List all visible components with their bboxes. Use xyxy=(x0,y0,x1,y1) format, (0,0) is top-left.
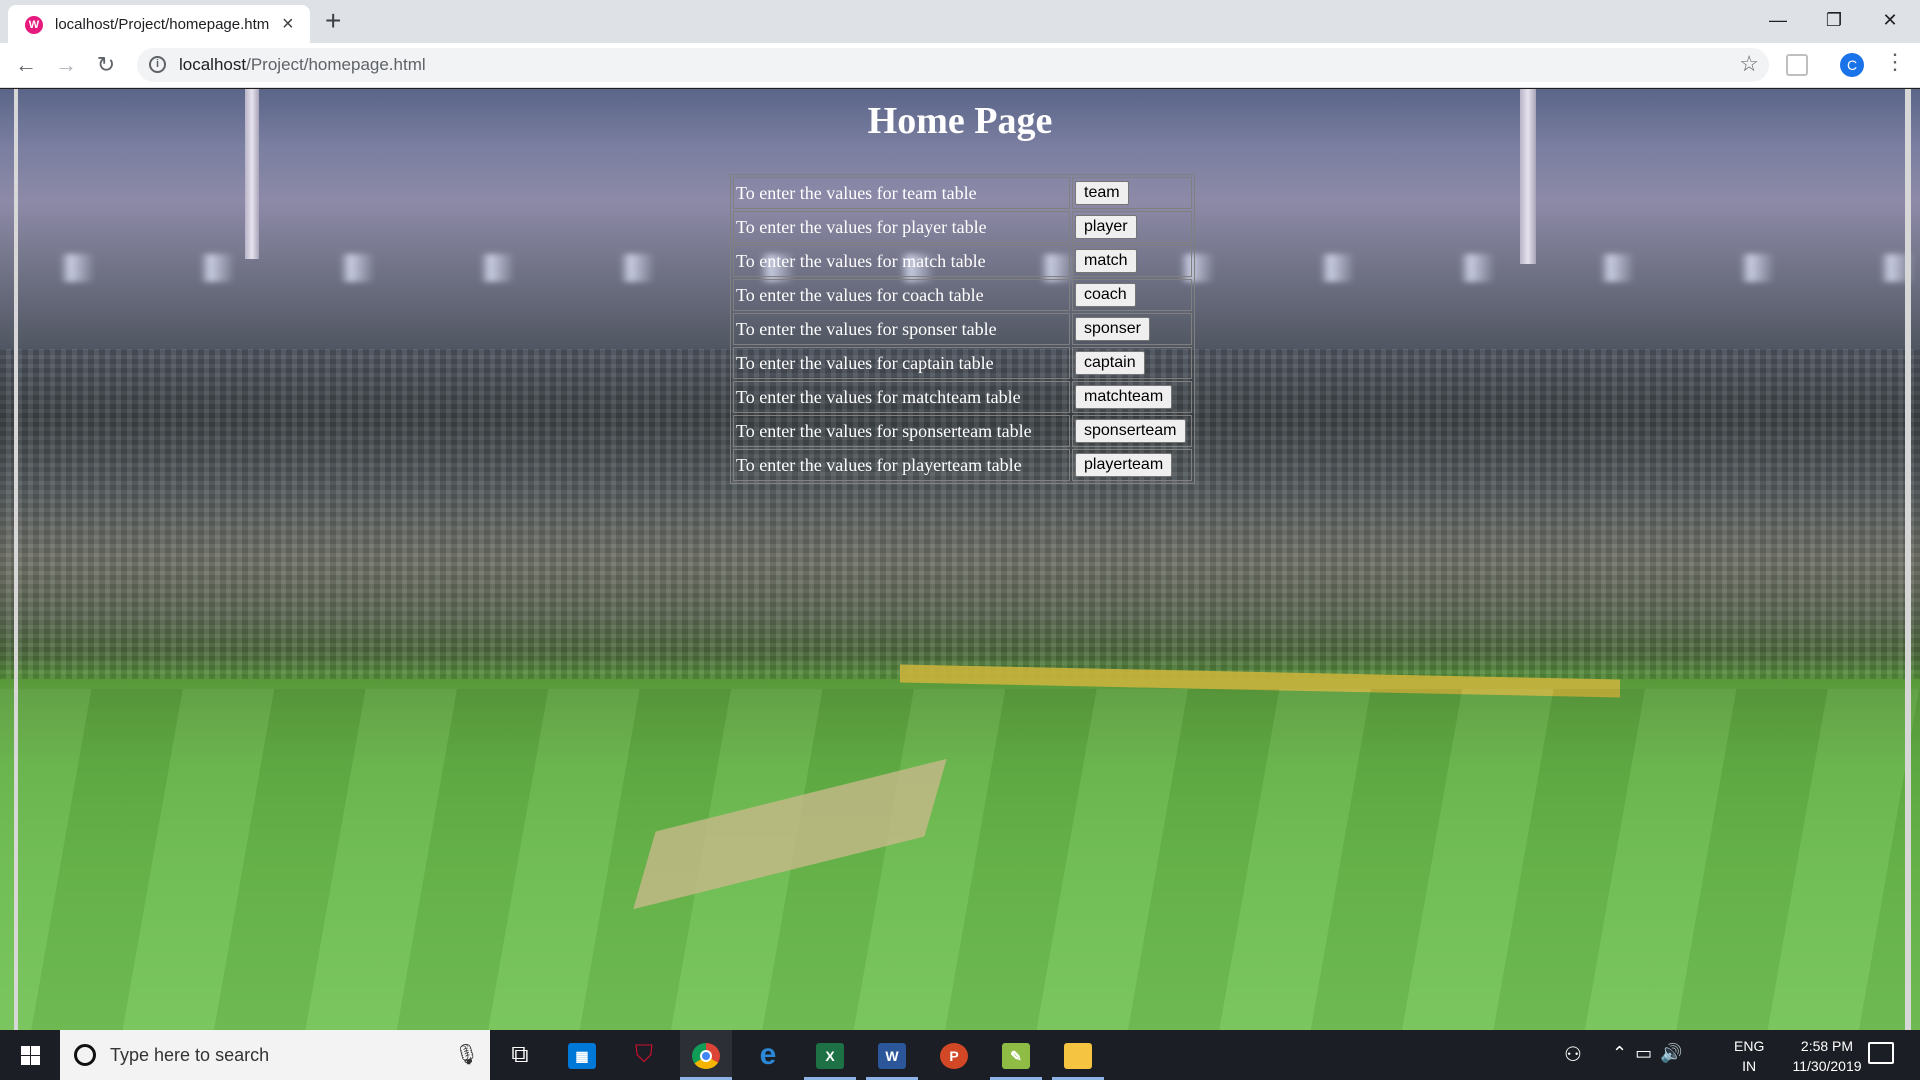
word-icon[interactable]: W xyxy=(866,1030,918,1080)
url-text[interactable]: localhost/Project/homepage.html xyxy=(179,55,426,75)
close-window-icon[interactable]: ✕ xyxy=(1862,4,1918,36)
row-action-cell: matchteam xyxy=(1072,381,1192,413)
match-button[interactable]: match xyxy=(1075,249,1137,273)
row-action-cell: coach xyxy=(1072,279,1192,311)
windows-start-icon[interactable] xyxy=(0,1030,60,1080)
row-label: To enter the values for matchteam table xyxy=(733,381,1070,413)
row-action-cell: player xyxy=(1072,211,1192,243)
notification-icon[interactable] xyxy=(1868,1042,1894,1064)
edge-icon[interactable]: e xyxy=(742,1030,794,1080)
matchteam-button[interactable]: matchteam xyxy=(1075,385,1173,409)
table-row: To enter the values for team table team xyxy=(733,177,1192,209)
url-path: /Project/homepage.html xyxy=(246,55,426,74)
browser-tab[interactable]: W localhost/Project/homepage.htm × xyxy=(8,5,310,43)
tab-close-icon[interactable]: × xyxy=(282,13,294,36)
table-row: To enter the values for captain table cap… xyxy=(733,347,1192,379)
table-row: To enter the values for player table play… xyxy=(733,211,1192,243)
bookmark-star-icon[interactable]: ☆ xyxy=(1739,51,1759,77)
forward-arrow-icon[interactable]: → xyxy=(50,49,82,81)
sponserteam-button[interactable]: sponserteam xyxy=(1075,419,1186,443)
row-action-cell: sponserteam xyxy=(1072,415,1192,447)
new-tab-icon[interactable]: + xyxy=(325,5,341,37)
reload-icon[interactable]: ↻ xyxy=(90,49,122,81)
sponser-button[interactable]: sponser xyxy=(1075,317,1150,341)
row-label: To enter the values for team table xyxy=(733,177,1070,209)
notepad-icon[interactable]: ✎ xyxy=(990,1030,1042,1080)
powerpoint-icon[interactable]: P xyxy=(928,1030,980,1080)
store-icon[interactable]: ▦ xyxy=(556,1030,608,1080)
row-label: To enter the values for playerteam table xyxy=(733,449,1070,481)
row-label: To enter the values for sponserteam tabl… xyxy=(733,415,1070,447)
row-label: To enter the values for match table xyxy=(733,245,1070,277)
table-row: To enter the values for matchteam table m… xyxy=(733,381,1192,413)
table-row: To enter the values for match table match xyxy=(733,245,1192,277)
file-explorer-icon[interactable] xyxy=(1052,1030,1104,1080)
back-arrow-icon[interactable]: ← xyxy=(10,49,42,81)
address-bar[interactable]: i localhost/Project/homepage.html ☆ xyxy=(137,48,1769,82)
task-view-icon[interactable]: ⧉ xyxy=(494,1030,546,1080)
extension-icon[interactable] xyxy=(1786,54,1808,76)
taskbar-search[interactable]: Type here to search 🎙 xyxy=(60,1030,490,1080)
page-border-left xyxy=(14,89,18,1030)
tab-strip: W localhost/Project/homepage.htm × + — ❐… xyxy=(0,0,1920,43)
page-viewport: Home Page To enter the values for team t… xyxy=(0,89,1920,1030)
region-code: IN xyxy=(1742,1058,1757,1074)
profile-avatar[interactable]: C xyxy=(1840,53,1864,77)
entry-links-table: To enter the values for team table team To… xyxy=(730,174,1195,484)
people-icon[interactable]: ⚇ xyxy=(1564,1042,1582,1067)
tab-favicon-icon: W xyxy=(25,16,43,34)
captain-button[interactable]: captain xyxy=(1075,351,1145,375)
language-indicator[interactable]: ENG IN xyxy=(1734,1036,1764,1076)
clock-time: 2:58 PM xyxy=(1800,1038,1854,1054)
taskbar: Type here to search 🎙 ⧉ ▦ ⛉ e X W P ✎ ⚇ … xyxy=(0,1030,1920,1080)
row-action-cell: playerteam xyxy=(1072,449,1192,481)
restore-icon[interactable]: ❐ xyxy=(1806,4,1862,36)
row-label: To enter the values for sponser table xyxy=(733,313,1070,345)
playerteam-button[interactable]: playerteam xyxy=(1075,453,1173,477)
coach-button[interactable]: coach xyxy=(1075,283,1136,307)
clock[interactable]: 2:58 PM 11/30/2019 xyxy=(1772,1036,1882,1076)
row-label: To enter the values for coach table xyxy=(733,279,1070,311)
clock-date: 11/30/2019 xyxy=(1792,1058,1862,1074)
chrome-icon[interactable] xyxy=(680,1030,732,1080)
table-row: To enter the values for sponserteam tabl… xyxy=(733,415,1192,447)
row-label: To enter the values for captain table xyxy=(733,347,1070,379)
tab-title: localhost/Project/homepage.htm xyxy=(55,16,270,33)
microphone-icon[interactable]: 🎙 xyxy=(454,1042,479,1067)
row-action-cell: captain xyxy=(1072,347,1192,379)
excel-icon[interactable]: X xyxy=(804,1030,856,1080)
cortana-icon xyxy=(74,1044,96,1066)
browser-toolbar: ← → ↻ i localhost/Project/homepage.html … xyxy=(0,43,1920,88)
row-label: To enter the values for player table xyxy=(733,211,1070,243)
row-action-cell: team xyxy=(1072,177,1192,209)
entry-links-body: To enter the values for team table team To… xyxy=(733,177,1192,481)
info-icon[interactable]: i xyxy=(149,56,166,73)
table-row: To enter the values for playerteam table… xyxy=(733,449,1192,481)
lang-code: ENG xyxy=(1734,1038,1765,1054)
url-host: localhost xyxy=(179,55,247,74)
team-button[interactable]: team xyxy=(1075,181,1129,205)
table-row: To enter the values for coach table coach xyxy=(733,279,1192,311)
page-title: Home Page xyxy=(867,100,1053,142)
more-menu-icon[interactable]: ⋮ xyxy=(1884,49,1906,75)
search-placeholder: Type here to search xyxy=(110,1045,270,1065)
system-tray-icons[interactable]: ⌃▭🔊 xyxy=(1612,1043,1691,1064)
cricket-field xyxy=(0,689,1920,1030)
player-button[interactable]: player xyxy=(1075,215,1137,239)
row-action-cell: match xyxy=(1072,245,1192,277)
row-action-cell: sponser xyxy=(1072,313,1192,345)
minimize-icon[interactable]: — xyxy=(1750,4,1806,36)
mcafee-icon[interactable]: ⛉ xyxy=(618,1030,670,1080)
page-border-right xyxy=(1905,89,1911,1030)
table-row: To enter the values for sponser table spo… xyxy=(733,313,1192,345)
